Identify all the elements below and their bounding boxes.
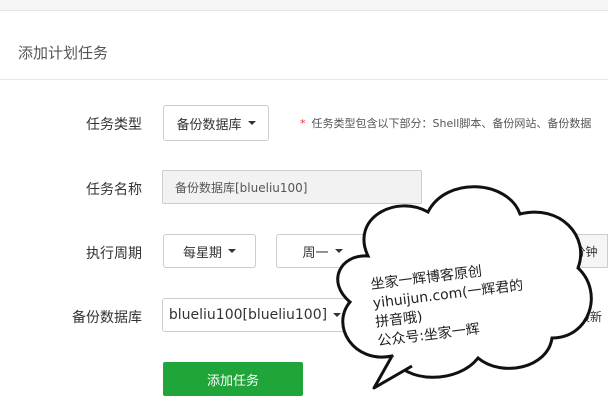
retain-label: 保留最新 <box>554 310 603 324</box>
backup-target-value: 服务器磁盘 <box>437 309 503 325</box>
chevron-down-icon <box>247 121 256 125</box>
schedule-label: 执行周期 <box>86 246 142 262</box>
minute-unit: 分钟 <box>573 244 598 259</box>
title-divider <box>0 79 608 80</box>
database-value: blueliu100[blueliu100] <box>168 307 328 323</box>
task-type-select[interactable]: 备份数据库 <box>163 105 269 141</box>
minute-unit-addon: 分钟 <box>563 234 608 268</box>
hour-input[interactable]: 1 <box>389 234 434 268</box>
task-name-input[interactable]: 备份数据库[blueliu100] <box>162 170 422 204</box>
add-task-button[interactable]: 添加任务 <box>163 362 303 396</box>
chevron-down-icon <box>508 313 517 317</box>
panel-title: 添加计划任务 <box>18 44 109 62</box>
backup-target-select[interactable]: 服务器磁盘 <box>420 298 534 332</box>
period-select[interactable]: 每星期 <box>163 234 256 268</box>
chevron-down-icon <box>228 249 236 253</box>
weekday-select[interactable]: 周一 <box>276 234 369 268</box>
chevron-down-icon <box>334 249 343 253</box>
add-task-button-label: 添加任务 <box>206 373 259 389</box>
task-name-label: 任务名称 <box>86 182 142 198</box>
minute-input[interactable]: 30 <box>509 234 564 268</box>
task-name-value: 备份数据库[blueliu100] <box>175 180 308 195</box>
add-task-panel: 添加计划任务 <box>0 10 608 401</box>
database-select[interactable]: blueliu100[blueliu100] <box>162 298 348 332</box>
hour-unit: 小时 <box>452 246 474 259</box>
task-type-value: 备份数据库 <box>176 117 242 133</box>
minute-value: 30 <box>529 244 544 258</box>
hour-value: 1 <box>408 244 415 258</box>
task-type-note-text: 任务类型包含以下部分：Shell脚本、备份网站、备份数据 <box>311 117 592 130</box>
period-value: 每星期 <box>182 245 222 261</box>
task-type-note: * 任务类型包含以下部分：Shell脚本、备份网站、备份数据 <box>300 115 591 131</box>
chevron-down-icon <box>333 313 342 317</box>
weekday-value: 周一 <box>302 245 329 261</box>
database-label: 备份数据库 <box>72 310 142 326</box>
task-type-label: 任务类型 <box>86 117 142 133</box>
required-star: * <box>300 117 306 130</box>
